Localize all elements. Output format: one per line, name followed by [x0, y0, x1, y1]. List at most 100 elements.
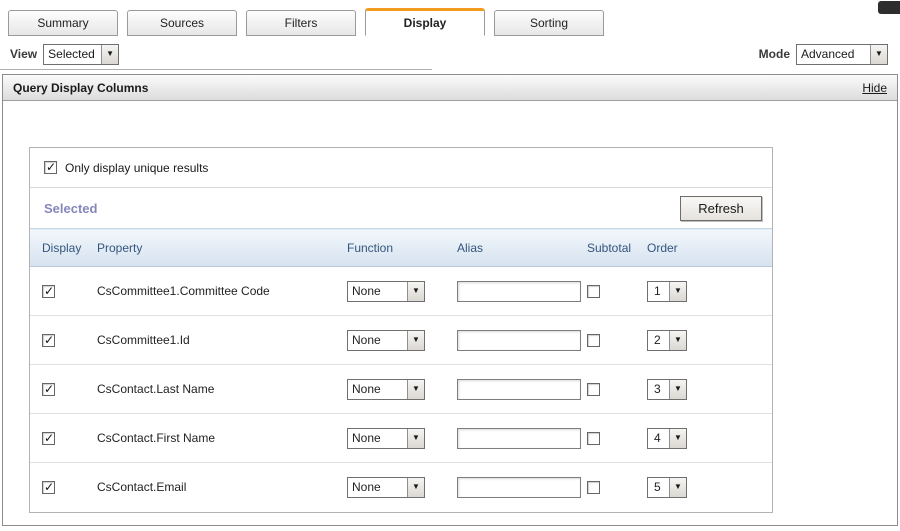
function-select-value: None	[348, 331, 407, 350]
dropdown-button: ▼	[669, 380, 686, 399]
display-cell	[30, 267, 85, 316]
chevron-down-icon: ▼	[412, 434, 420, 442]
order-select[interactable]: 3▼	[647, 379, 687, 400]
display-checkbox[interactable]	[42, 285, 55, 298]
alias-input[interactable]	[457, 330, 581, 351]
display-checkbox[interactable]	[42, 432, 55, 445]
selected-section-row: Selected Refresh	[30, 188, 772, 228]
order-cell: 5▼	[635, 463, 772, 512]
panel-body: Only display unique results Selected Ref…	[3, 101, 897, 525]
order-select[interactable]: 1▼	[647, 281, 687, 302]
function-select[interactable]: None▼	[347, 281, 425, 302]
subtotal-checkbox[interactable]	[587, 481, 600, 494]
display-checkbox[interactable]	[42, 334, 55, 347]
order-select-value: 3	[648, 380, 669, 399]
subtotal-checkbox[interactable]	[587, 432, 600, 445]
alias-input[interactable]	[457, 428, 581, 449]
view-mode-bar: View Selected ▼ Mode Advanced ▼	[10, 42, 888, 66]
function-select-value: None	[348, 282, 407, 301]
table-header-row: Display Property Function Alias Subtotal…	[30, 229, 772, 267]
subtotal-checkbox[interactable]	[587, 383, 600, 396]
tab-filters[interactable]: Filters	[246, 10, 356, 36]
function-select[interactable]: None▼	[347, 330, 425, 351]
unique-results-checkbox[interactable]	[44, 161, 57, 174]
refresh-button[interactable]: Refresh	[680, 196, 762, 221]
display-cell	[30, 414, 85, 463]
property-cell: CsContact.First Name	[85, 414, 335, 463]
display-cell	[30, 316, 85, 365]
header-function: Function	[335, 229, 445, 267]
dropdown-button: ▼	[407, 282, 424, 301]
order-select[interactable]: 4▼	[647, 428, 687, 449]
alias-cell	[445, 316, 575, 365]
view-select[interactable]: Selected ▼	[43, 44, 119, 65]
page: Summary Sources Filters Display Sorting …	[0, 0, 900, 531]
query-display-columns-panel: Query Display Columns Hide Only display …	[2, 74, 898, 526]
columns-table: Display Property Function Alias Subtotal…	[30, 228, 772, 512]
tab-bar: Summary Sources Filters Display Sorting	[8, 8, 604, 36]
order-cell: 4▼	[635, 414, 772, 463]
alias-cell	[445, 365, 575, 414]
columns-box: Only display unique results Selected Ref…	[29, 147, 773, 513]
subtotal-cell	[575, 414, 635, 463]
dropdown-button: ▼	[407, 478, 424, 497]
order-select-value: 5	[648, 478, 669, 497]
subtotal-cell	[575, 463, 635, 512]
subtotal-cell	[575, 365, 635, 414]
dropdown-button: ▼	[669, 331, 686, 350]
order-select[interactable]: 5▼	[647, 477, 687, 498]
chevron-down-icon: ▼	[412, 483, 420, 491]
order-cell: 2▼	[635, 316, 772, 365]
dropdown-button: ▼	[669, 282, 686, 301]
hide-link[interactable]: Hide	[862, 81, 887, 95]
chevron-down-icon: ▼	[875, 50, 883, 58]
property-cell: CsCommittee1.Committee Code	[85, 267, 335, 316]
tab-sorting[interactable]: Sorting	[494, 10, 604, 36]
view-select-value: Selected	[44, 45, 101, 64]
mode-label: Mode	[759, 47, 790, 61]
alias-input[interactable]	[457, 379, 581, 400]
order-select-value: 4	[648, 429, 669, 448]
subtotal-checkbox[interactable]	[587, 334, 600, 347]
table-row: CsCommittee1.Id None▼ 2▼	[30, 316, 772, 365]
display-checkbox[interactable]	[42, 481, 55, 494]
function-select[interactable]: None▼	[347, 379, 425, 400]
tab-display[interactable]: Display	[365, 8, 485, 36]
chevron-down-icon: ▼	[674, 287, 682, 295]
section-title: Selected	[44, 201, 97, 216]
tab-sources[interactable]: Sources	[127, 10, 237, 36]
unique-results-row: Only display unique results	[30, 148, 772, 188]
subtotal-cell	[575, 316, 635, 365]
dropdown-button: ▼	[101, 45, 118, 64]
function-select[interactable]: None ▼	[347, 428, 425, 449]
dropdown-button: ▼	[407, 429, 424, 448]
function-cell: None▼	[335, 267, 445, 316]
alias-cell	[445, 414, 575, 463]
chevron-down-icon: ▼	[106, 50, 114, 58]
chevron-down-icon: ▼	[674, 483, 682, 491]
table-row: CsCommittee1.Committee Code None▼ 1▼	[30, 267, 772, 316]
tab-summary[interactable]: Summary	[8, 10, 118, 36]
function-select[interactable]: None▼	[347, 477, 425, 498]
corner-button[interactable]	[878, 1, 900, 14]
order-select-value: 1	[648, 282, 669, 301]
dropdown-button: ▼	[870, 45, 887, 64]
order-cell: 1▼	[635, 267, 772, 316]
chevron-down-icon: ▼	[412, 385, 420, 393]
panel-title: Query Display Columns	[13, 81, 148, 95]
alias-input[interactable]	[457, 281, 581, 302]
table-row: CsContact.Email None▼ 5▼	[30, 463, 772, 512]
subtotal-checkbox[interactable]	[587, 285, 600, 298]
order-select[interactable]: 2▼	[647, 330, 687, 351]
mode-select-value: Advanced	[797, 45, 870, 64]
property-cell: CsCommittee1.Id	[85, 316, 335, 365]
function-select-value: None	[348, 429, 407, 448]
chevron-down-icon: ▼	[674, 434, 682, 442]
order-cell: 3▼	[635, 365, 772, 414]
panel-header: Query Display Columns Hide	[3, 75, 897, 101]
alias-input[interactable]	[457, 477, 581, 498]
mode-select[interactable]: Advanced ▼	[796, 44, 888, 65]
chevron-down-icon: ▼	[674, 336, 682, 344]
display-checkbox[interactable]	[42, 383, 55, 396]
view-label: View	[10, 47, 37, 61]
